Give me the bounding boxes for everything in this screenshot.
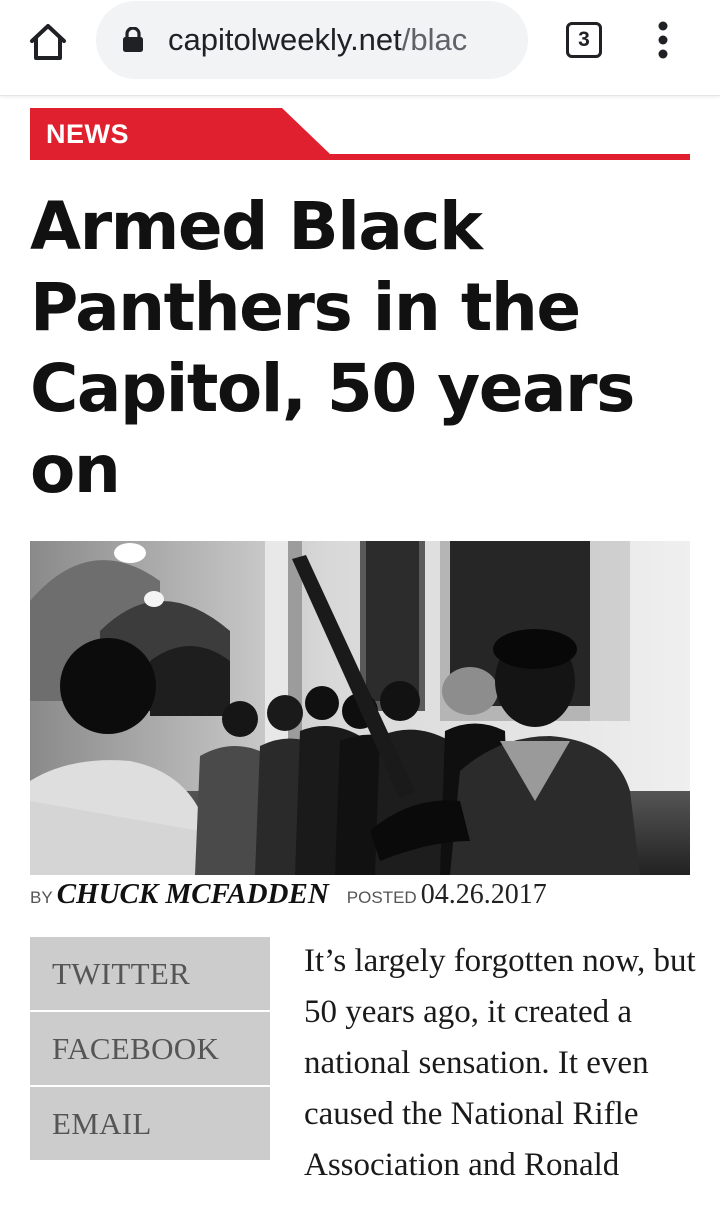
author-name[interactable]: CHUCK MCFADDEN <box>57 878 329 910</box>
home-button[interactable] <box>26 20 70 64</box>
url-bar[interactable]: capitolweekly.net/blac <box>96 1 528 79</box>
category-band: NEWS <box>30 108 690 162</box>
tab-count: 3 <box>578 28 590 51</box>
more-vert-icon <box>658 21 668 59</box>
url-text[interactable]: capitolweekly.net/blac <box>168 22 513 58</box>
share-twitter-button[interactable]: TWITTER <box>30 937 270 1010</box>
share-facebook-button[interactable]: FACEBOOK <box>30 1012 270 1085</box>
category-label[interactable]: NEWS <box>46 119 129 149</box>
by-label: BY <box>30 888 53 907</box>
article-byline: BY CHUCK MCFADDEN POSTED 04.26.2017 <box>30 878 690 914</box>
url-domain: capitolweekly.net <box>168 22 402 57</box>
more-menu-button[interactable] <box>650 20 676 60</box>
browser-toolbar: capitolweekly.net/blac 3 <box>0 0 720 96</box>
lock-icon <box>123 27 143 52</box>
article-headline: Armed Black Panthers in the Capitol, 50 … <box>30 188 635 508</box>
category-tab-shape <box>30 108 690 160</box>
posted-label: POSTED <box>346 888 417 907</box>
article-hero-image <box>30 541 690 875</box>
posted-date: 04.26.2017 <box>420 879 547 910</box>
article-body-text: It’s largely forgotten now, but 50 years… <box>304 943 696 1183</box>
tab-switcher-button[interactable]: 3 <box>566 22 602 58</box>
hero-photo-graphic <box>30 541 690 875</box>
share-email-button[interactable]: EMAIL <box>30 1087 270 1160</box>
share-buttons: TWITTER FACEBOOK EMAIL <box>30 937 270 1162</box>
url-path: /blac <box>401 22 468 57</box>
home-icon <box>30 24 66 60</box>
